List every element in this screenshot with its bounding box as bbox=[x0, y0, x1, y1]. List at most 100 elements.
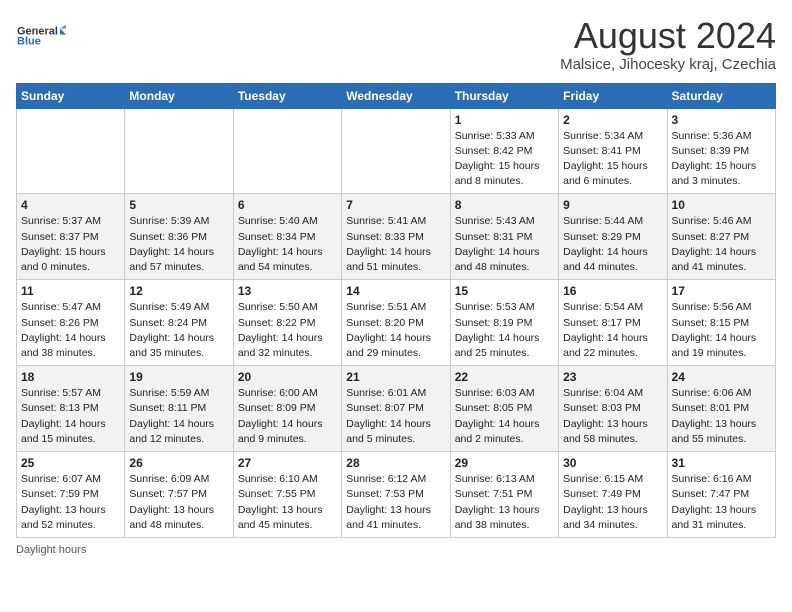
day-number: 31 bbox=[672, 456, 771, 470]
day-info: Sunrise: 5:49 AM Sunset: 8:24 PM Dayligh… bbox=[129, 300, 228, 361]
day-number: 14 bbox=[346, 284, 445, 298]
calendar-cell: 4 Sunrise: 5:37 AM Sunset: 8:37 PM Daylig… bbox=[17, 194, 125, 280]
calendar-cell: 22 Sunrise: 6:03 AM Sunset: 8:05 PM Dayli… bbox=[450, 366, 558, 452]
header: General Blue August 2024 Malsice, Jihoce… bbox=[16, 16, 776, 73]
calendar-cell: 23Sunrise: 6:04 AM Sunset: 8:03 PM Dayli… bbox=[559, 366, 667, 452]
day-number: 4 bbox=[21, 198, 120, 212]
day-number: 24 bbox=[672, 370, 771, 384]
calendar-cell: 8 Sunrise: 5:43 AM Sunset: 8:31 PM Daylig… bbox=[450, 194, 558, 280]
day-number: 21 bbox=[346, 370, 445, 384]
day-info: Sunrise: 6:03 AM Sunset: 8:05 PM Dayligh… bbox=[455, 386, 554, 447]
calendar-cell: 31 Sunrise: 6:16 AM Sunset: 7:47 PM Dayli… bbox=[667, 452, 775, 538]
day-number: 7 bbox=[346, 198, 445, 212]
day-number: 12 bbox=[129, 284, 228, 298]
day-info: Sunrise: 5:34 AM Sunset: 8:41 PM Dayligh… bbox=[563, 129, 662, 190]
col-wednesday: Wednesday bbox=[342, 83, 450, 108]
calendar-cell: 25 Sunrise: 6:07 AM Sunset: 7:59 PM Dayli… bbox=[17, 452, 125, 538]
day-number: 26 bbox=[129, 456, 228, 470]
day-info: Sunrise: 5:47 AM Sunset: 8:26 PM Dayligh… bbox=[21, 300, 120, 361]
calendar-cell bbox=[17, 108, 125, 194]
calendar-cell: 21 Sunrise: 6:01 AM Sunset: 8:07 PM Dayli… bbox=[342, 366, 450, 452]
calendar-cell: 26 Sunrise: 6:09 AM Sunset: 7:57 PM Dayli… bbox=[125, 452, 233, 538]
calendar-body: 1 Sunrise: 5:33 AM Sunset: 8:42 PM Daylig… bbox=[17, 108, 776, 537]
day-number: 22 bbox=[455, 370, 554, 384]
day-info: Sunrise: 5:39 AM Sunset: 8:36 PM Dayligh… bbox=[129, 214, 228, 275]
day-info: Sunrise: 5:36 AM Sunset: 8:39 PM Dayligh… bbox=[672, 129, 771, 190]
day-number: 10 bbox=[672, 198, 771, 212]
col-sunday: Sunday bbox=[17, 83, 125, 108]
day-info: Sunrise: 5:53 AM Sunset: 8:19 PM Dayligh… bbox=[455, 300, 554, 361]
day-info: Sunrise: 5:43 AM Sunset: 8:31 PM Dayligh… bbox=[455, 214, 554, 275]
day-number: 28 bbox=[346, 456, 445, 470]
day-number: 17 bbox=[672, 284, 771, 298]
logo: General Blue bbox=[16, 16, 66, 56]
day-number: 5 bbox=[129, 198, 228, 212]
day-info: Sunrise: 6:06 AM Sunset: 8:01 PM Dayligh… bbox=[672, 386, 771, 447]
day-info: Sunrise: 5:33 AM Sunset: 8:42 PM Dayligh… bbox=[455, 129, 554, 190]
day-info: Sunrise: 5:37 AM Sunset: 8:37 PM Dayligh… bbox=[21, 214, 120, 275]
calendar-cell: 11 Sunrise: 5:47 AM Sunset: 8:26 PM Dayli… bbox=[17, 280, 125, 366]
svg-text:Blue: Blue bbox=[17, 36, 41, 48]
calendar-cell: 24 Sunrise: 6:06 AM Sunset: 8:01 PM Dayli… bbox=[667, 366, 775, 452]
calendar-week-5: 25 Sunrise: 6:07 AM Sunset: 7:59 PM Dayli… bbox=[17, 452, 776, 538]
calendar-cell: 19 Sunrise: 5:59 AM Sunset: 8:11 PM Dayli… bbox=[125, 366, 233, 452]
calendar-cell: 30 Sunrise: 6:15 AM Sunset: 7:49 PM Dayli… bbox=[559, 452, 667, 538]
footer-note: Daylight hours bbox=[16, 544, 776, 556]
calendar-cell bbox=[125, 108, 233, 194]
calendar-cell: 5 Sunrise: 5:39 AM Sunset: 8:36 PM Daylig… bbox=[125, 194, 233, 280]
calendar-cell: 28 Sunrise: 6:12 AM Sunset: 7:53 PM Dayli… bbox=[342, 452, 450, 538]
month-title: August 2024 bbox=[560, 16, 776, 56]
calendar-cell bbox=[342, 108, 450, 194]
header-row: Sunday Monday Tuesday Wednesday Thursday… bbox=[17, 83, 776, 108]
calendar-table: Sunday Monday Tuesday Wednesday Thursday… bbox=[16, 83, 776, 538]
day-number: 23 bbox=[563, 370, 662, 384]
calendar-cell: 16Sunrise: 5:54 AM Sunset: 8:17 PM Dayli… bbox=[559, 280, 667, 366]
day-info: Sunrise: 5:54 AM Sunset: 8:17 PM Dayligh… bbox=[563, 300, 662, 361]
day-info: Sunrise: 5:41 AM Sunset: 8:33 PM Dayligh… bbox=[346, 214, 445, 275]
day-info: Sunrise: 6:10 AM Sunset: 7:55 PM Dayligh… bbox=[238, 472, 337, 533]
day-number: 13 bbox=[238, 284, 337, 298]
day-number: 1 bbox=[455, 113, 554, 127]
day-number: 25 bbox=[21, 456, 120, 470]
calendar-week-2: 4 Sunrise: 5:37 AM Sunset: 8:37 PM Daylig… bbox=[17, 194, 776, 280]
day-info: Sunrise: 5:57 AM Sunset: 8:13 PM Dayligh… bbox=[21, 386, 120, 447]
day-info: Sunrise: 6:16 AM Sunset: 7:47 PM Dayligh… bbox=[672, 472, 771, 533]
day-number: 6 bbox=[238, 198, 337, 212]
day-info: Sunrise: 5:59 AM Sunset: 8:11 PM Dayligh… bbox=[129, 386, 228, 447]
day-number: 29 bbox=[455, 456, 554, 470]
day-info: Sunrise: 6:15 AM Sunset: 7:49 PM Dayligh… bbox=[563, 472, 662, 533]
day-number: 19 bbox=[129, 370, 228, 384]
day-number: 11 bbox=[21, 284, 120, 298]
calendar-cell: 14 Sunrise: 5:51 AM Sunset: 8:20 PM Dayli… bbox=[342, 280, 450, 366]
calendar-cell: 13Sunrise: 5:50 AM Sunset: 8:22 PM Dayli… bbox=[233, 280, 341, 366]
day-info: Sunrise: 6:00 AM Sunset: 8:09 PM Dayligh… bbox=[238, 386, 337, 447]
location-title: Malsice, Jihocesky kraj, Czechia bbox=[560, 56, 776, 73]
day-info: Sunrise: 6:13 AM Sunset: 7:51 PM Dayligh… bbox=[455, 472, 554, 533]
day-number: 8 bbox=[455, 198, 554, 212]
calendar-week-4: 18Sunrise: 5:57 AM Sunset: 8:13 PM Dayli… bbox=[17, 366, 776, 452]
day-info: Sunrise: 6:07 AM Sunset: 7:59 PM Dayligh… bbox=[21, 472, 120, 533]
day-info: Sunrise: 5:46 AM Sunset: 8:27 PM Dayligh… bbox=[672, 214, 771, 275]
day-info: Sunrise: 5:56 AM Sunset: 8:15 PM Dayligh… bbox=[672, 300, 771, 361]
calendar-cell: 18Sunrise: 5:57 AM Sunset: 8:13 PM Dayli… bbox=[17, 366, 125, 452]
calendar-cell: 7 Sunrise: 5:41 AM Sunset: 8:33 PM Daylig… bbox=[342, 194, 450, 280]
day-info: Sunrise: 6:09 AM Sunset: 7:57 PM Dayligh… bbox=[129, 472, 228, 533]
calendar-cell: 1 Sunrise: 5:33 AM Sunset: 8:42 PM Daylig… bbox=[450, 108, 558, 194]
calendar-cell: 3Sunrise: 5:36 AM Sunset: 8:39 PM Daylig… bbox=[667, 108, 775, 194]
calendar-cell: 17 Sunrise: 5:56 AM Sunset: 8:15 PM Dayli… bbox=[667, 280, 775, 366]
calendar-cell: 2Sunrise: 5:34 AM Sunset: 8:41 PM Daylig… bbox=[559, 108, 667, 194]
col-thursday: Thursday bbox=[450, 83, 558, 108]
title-block: August 2024 Malsice, Jihocesky kraj, Cze… bbox=[560, 16, 776, 73]
day-info: Sunrise: 6:01 AM Sunset: 8:07 PM Dayligh… bbox=[346, 386, 445, 447]
calendar-cell: 29 Sunrise: 6:13 AM Sunset: 7:51 PM Dayli… bbox=[450, 452, 558, 538]
day-number: 20 bbox=[238, 370, 337, 384]
day-info: Sunrise: 6:12 AM Sunset: 7:53 PM Dayligh… bbox=[346, 472, 445, 533]
calendar-cell: 27Sunrise: 6:10 AM Sunset: 7:55 PM Dayli… bbox=[233, 452, 341, 538]
day-number: 30 bbox=[563, 456, 662, 470]
calendar-week-1: 1 Sunrise: 5:33 AM Sunset: 8:42 PM Daylig… bbox=[17, 108, 776, 194]
day-number: 9 bbox=[563, 198, 662, 212]
calendar-cell bbox=[233, 108, 341, 194]
calendar-cell: 9Sunrise: 5:44 AM Sunset: 8:29 PM Daylig… bbox=[559, 194, 667, 280]
calendar-cell: 20 Sunrise: 6:00 AM Sunset: 8:09 PM Dayli… bbox=[233, 366, 341, 452]
day-info: Sunrise: 5:51 AM Sunset: 8:20 PM Dayligh… bbox=[346, 300, 445, 361]
